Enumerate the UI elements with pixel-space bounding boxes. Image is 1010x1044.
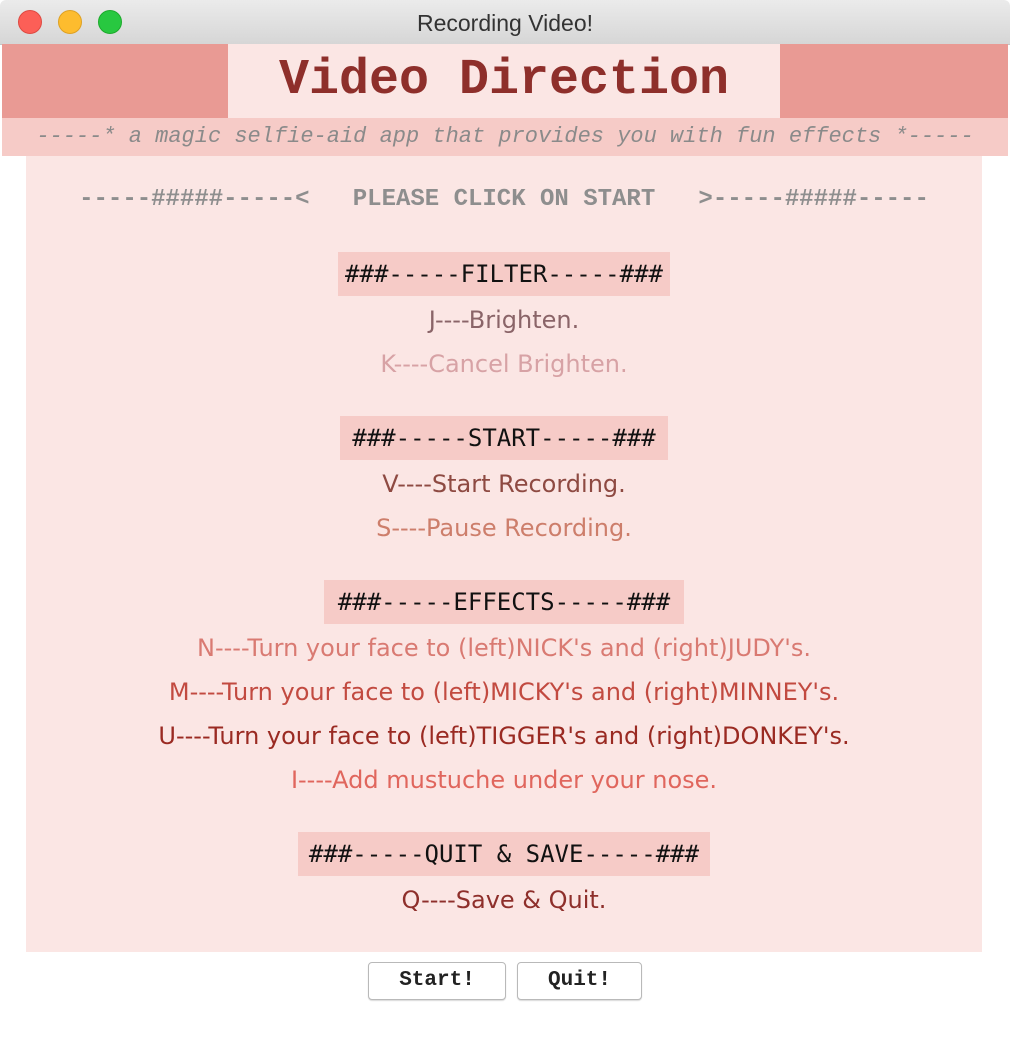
effects-item-mustache: I----Add mustuche under your nose.	[290, 766, 718, 794]
quit-item-save-quit: Q----Save & Quit.	[401, 886, 607, 914]
start-item-start-recording: V----Start Recording.	[382, 470, 626, 498]
page-title: Video Direction	[228, 44, 780, 118]
effects-item-nick-judy: N----Turn your face to (left)NICK's and …	[197, 634, 811, 662]
window-title: Recording Video!	[416, 10, 594, 36]
start-prompt: -----#####-----< PLEASE CLICK ON START >…	[79, 186, 929, 213]
quit-section-heading: ###-----QUIT & SAVE-----###	[298, 832, 710, 876]
start-section-heading: ###-----START-----###	[340, 416, 668, 460]
filter-section-heading: ###-----FILTER-----###	[338, 252, 670, 296]
title-bar: Recording Video!	[0, 0, 1010, 45]
page-subtitle: -----* a magic selfie-aid app that provi…	[2, 118, 1008, 156]
filter-item-cancel-brighten: K----Cancel Brighten.	[380, 350, 628, 378]
quit-button[interactable]: Quit!	[517, 962, 642, 1000]
filter-item-brighten: J----Brighten.	[428, 306, 580, 334]
start-item-pause-recording: S----Pause Recording.	[376, 514, 632, 542]
app-window: Recording Video! Video Direction -----* …	[0, 0, 1010, 1044]
start-button[interactable]: Start!	[368, 962, 506, 1000]
instructions-panel: -----#####-----< PLEASE CLICK ON START >…	[26, 156, 982, 952]
effects-section-heading: ###-----EFFECTS-----###	[324, 580, 684, 624]
effects-item-tigger-donkey: U----Turn your face to (left)TIGGER's an…	[158, 722, 850, 750]
effects-item-micky-minney: M----Turn your face to (left)MICKY's and…	[168, 678, 840, 706]
